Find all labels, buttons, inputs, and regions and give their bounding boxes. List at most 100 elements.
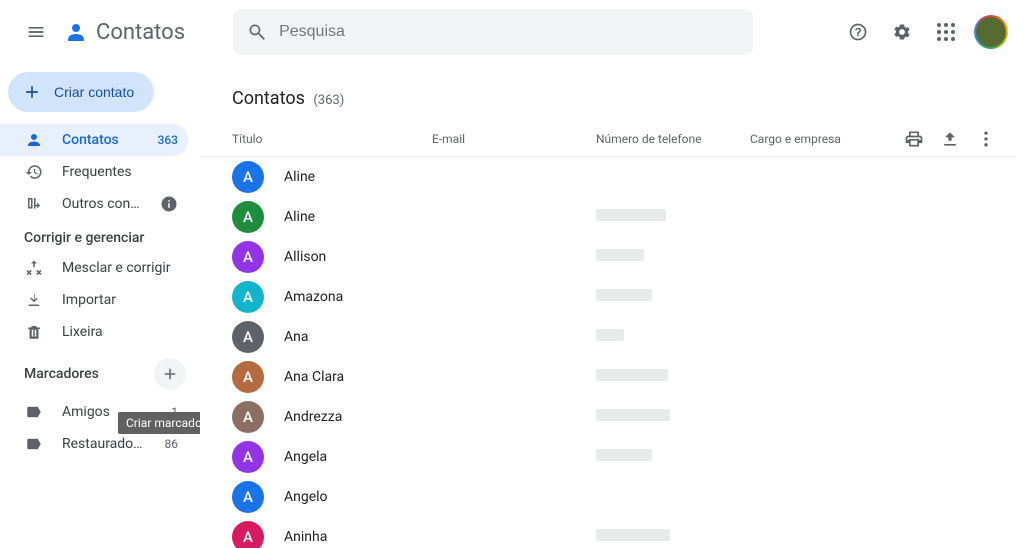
panel-title: Contatos: [232, 88, 305, 109]
column-headers: Título E-mail Número de telefone Cargo e…: [200, 121, 1016, 157]
sidebar-item-outros-contatos[interactable]: Outros contatos: [0, 188, 188, 220]
phone-redacted: [596, 449, 652, 461]
gear-icon: [892, 22, 912, 42]
phone-redacted: [596, 289, 652, 301]
header-actions: [838, 12, 1008, 52]
export-button[interactable]: [940, 129, 960, 149]
contact-avatar: A: [232, 481, 264, 513]
contact-name: Ana Clara: [284, 369, 432, 385]
contact-name: Andrezza: [284, 409, 432, 425]
nav-label: Outros contatos: [62, 196, 142, 212]
print-button[interactable]: [904, 129, 924, 149]
sidebar: Criar contato Contatos363 Frequentes Outro…: [0, 64, 200, 548]
person-icon: [24, 130, 44, 150]
contact-phone: [596, 209, 750, 225]
labels-header-label: Marcadores: [24, 366, 99, 382]
sidebar-item-mesclar-e-corrigir[interactable]: Mesclar e corrigir: [0, 252, 188, 284]
phone-redacted: [596, 249, 644, 261]
plus-icon: [22, 82, 42, 102]
contact-row[interactable]: AAninha: [200, 517, 1016, 548]
phone-redacted: [596, 529, 670, 541]
app-title: Contatos: [96, 20, 185, 45]
fix-manage-label: Corrigir e gerenciar: [24, 230, 144, 246]
sidebar-item-frequentes[interactable]: Frequentes: [0, 156, 188, 188]
main-menu-button[interactable]: [16, 12, 56, 52]
contact-name: Ana: [284, 329, 432, 345]
contact-name: Angelo: [284, 489, 432, 505]
create-contact-button[interactable]: Criar contato: [8, 72, 154, 112]
contact-avatar: A: [232, 441, 264, 473]
upload-icon: [940, 129, 960, 149]
person-add-icon: [24, 194, 44, 214]
sidebar-item-lixeira[interactable]: Lixeira: [0, 316, 188, 348]
contact-avatar: A: [232, 361, 264, 393]
contact-row[interactable]: A Ana Clara: [200, 357, 1016, 397]
phone-redacted: [596, 329, 624, 341]
contacts-logo-icon: [64, 20, 88, 44]
panel-count: (363): [313, 93, 344, 108]
contact-phone: [596, 249, 750, 265]
contact-name: Aline: [284, 209, 432, 225]
trash-icon: [24, 322, 44, 342]
sidebar-item-contatos[interactable]: Contatos363: [0, 124, 188, 156]
more-button[interactable]: [976, 129, 996, 149]
contact-phone: [596, 369, 750, 385]
col-phone: Número de telefone: [596, 132, 750, 146]
contact-row[interactable]: A Angelo: [200, 477, 1016, 517]
menu-icon: [26, 22, 46, 42]
col-email: E-mail: [432, 132, 596, 146]
sidebar-item-importar[interactable]: Importar: [0, 284, 188, 316]
contact-row[interactable]: A Amazona: [200, 277, 1016, 317]
contact-avatar: A: [232, 281, 264, 313]
contact-row[interactable]: AAna: [200, 317, 1016, 357]
nav-label: Importar: [62, 292, 178, 308]
download-icon: [24, 290, 44, 310]
contact-row[interactable]: AAllison: [200, 237, 1016, 277]
contacts-panel[interactable]: Contatos (363) Título E-mail Número de t…: [200, 64, 1016, 548]
contact-row[interactable]: A Aline: [200, 157, 1016, 197]
plus-icon: [161, 365, 179, 383]
contact-phone: [596, 289, 750, 305]
contact-row[interactable]: AAline: [200, 197, 1016, 237]
header: Contatos: [0, 0, 1024, 64]
nav-label: Lixeira: [62, 324, 178, 340]
contact-avatar: A: [232, 401, 264, 433]
phone-redacted: [596, 409, 670, 421]
main-content: Contatos (363) Título E-mail Número de t…: [200, 64, 1024, 548]
search-input[interactable]: [279, 23, 739, 41]
contact-phone: [596, 449, 750, 465]
label-icon: [24, 402, 44, 422]
contact-name: Aline: [284, 169, 432, 185]
settings-button[interactable]: [882, 12, 922, 52]
help-icon: [848, 22, 868, 42]
labels-header: Marcadores: [0, 348, 200, 396]
avatar-icon: [976, 17, 1006, 47]
contact-row[interactable]: A Angela: [200, 437, 1016, 477]
phone-redacted: [596, 369, 668, 381]
more-vert-icon: [976, 129, 996, 149]
logo[interactable]: Contatos: [64, 20, 185, 45]
contact-phone: [596, 329, 750, 345]
contact-row[interactable]: A Andrezza: [200, 397, 1016, 437]
print-icon: [904, 129, 924, 149]
search-icon: [247, 22, 267, 42]
col-name: Título: [232, 132, 432, 146]
create-contact-label: Criar contato: [54, 84, 134, 100]
history-icon: [24, 162, 44, 182]
contact-name: Aninha: [284, 529, 432, 545]
merge-icon: [24, 258, 44, 278]
contact-name: Allison: [284, 249, 432, 265]
contact-name: Angela: [284, 449, 432, 465]
nav-label: Frequentes: [62, 164, 178, 180]
contact-name: Amazona: [284, 289, 432, 305]
help-button[interactable]: [838, 12, 878, 52]
apps-button[interactable]: [926, 12, 966, 52]
create-label-button[interactable]: [154, 358, 186, 390]
label-icon: [24, 434, 44, 454]
contact-phone: [596, 409, 750, 425]
contact-avatar: A: [232, 161, 264, 193]
col-role: Cargo e empresa: [750, 132, 904, 146]
search-bar[interactable]: [233, 9, 753, 55]
nav-label: Mesclar e corrigir: [62, 260, 178, 276]
account-avatar[interactable]: [974, 15, 1008, 49]
